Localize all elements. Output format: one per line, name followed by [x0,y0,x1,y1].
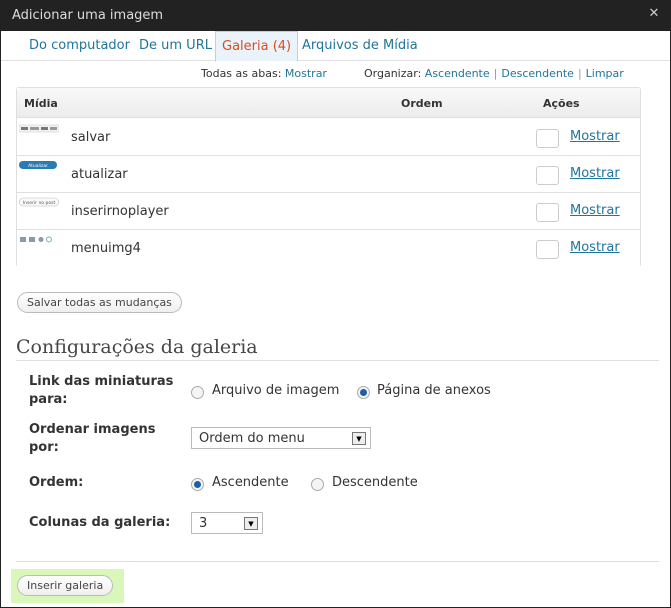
gallery-columns-label: Colunas da galeria: [29,515,171,530]
column-header-actions: Ações [543,97,580,110]
show-link[interactable]: Mostrar [570,129,620,144]
order-by-value: Ordem do menu [199,431,305,446]
all-tabs-show-link[interactable]: Mostrar [285,67,327,80]
thumbnail: Atualizar [19,159,59,169]
insert-gallery-button[interactable]: Inserir galeria [17,575,114,596]
divider [16,360,659,361]
thumbnail [19,234,59,244]
chevron-down-icon: ▼ [244,517,258,530]
media-title: atualizar [71,167,128,182]
order-input[interactable] [536,129,559,148]
media-tabs: Do computador De um URL Galeria (4) Arqu… [1,31,670,62]
media-title: inserirnoplayer [71,204,169,219]
gallery-columns-value: 3 [199,516,208,531]
label-line: Ordenar imagens [29,422,156,437]
media-title: menuimg4 [71,241,141,256]
table-row: salvar Mostrar [17,119,640,156]
order-ascending-radio[interactable] [191,478,204,491]
sort-descending-link[interactable]: Descendente [501,67,574,80]
column-header-order: Ordem [401,97,443,110]
divider [16,561,659,562]
sort-label: Organizar: [364,67,422,80]
link-image-file-label: Arquivo de imagem [212,383,340,398]
separator: | [577,67,582,80]
chevron-down-icon: ▼ [352,432,366,445]
order-by-select[interactable]: Ordem do menu ▼ [191,427,371,449]
show-link[interactable]: Mostrar [570,203,620,218]
show-link[interactable]: Mostrar [570,240,620,255]
thumbnail: Inserir no post [19,196,59,207]
sort-clear-link[interactable]: Limpar [586,67,624,80]
close-icon[interactable]: ✕ [647,7,661,21]
gallery-settings-title: Configurações da galeria [16,336,258,358]
order-input[interactable] [536,240,559,259]
media-title: salvar [71,130,111,145]
all-tabs-toggle: Todas as abas: Mostrar [201,67,327,80]
label-line: para: [29,392,68,407]
sort-links: Organizar: Ascendente | Descendente | Limpar [364,67,624,80]
all-tabs-label: Todas as abas: [201,67,282,80]
label-line: por: [29,440,59,455]
thumbnail-text: Inserir no post [23,200,56,206]
order-label: Ordem: [29,475,84,490]
media-table-header: Mídia Ordem Ações [17,88,640,118]
save-all-changes-button[interactable]: Salvar todas as mudanças [17,292,182,313]
window-title: Adicionar uma imagem [12,8,164,23]
link-attachment-page-label: Página de anexos [377,383,491,398]
order-input[interactable] [536,166,559,185]
thumbnail-image: Inserir no post [19,197,59,207]
order-input[interactable] [536,203,559,222]
sort-ascending-link[interactable]: Ascendente [425,67,490,80]
tab-from-url[interactable]: De um URL [139,38,212,53]
tab-from-computer[interactable]: Do computador [29,38,130,53]
show-link[interactable]: Mostrar [570,166,620,181]
order-descending-label: Descendente [332,475,418,490]
order-ascending-label: Ascendente [212,475,289,490]
thumbnail-link-label: Link das miniaturas para: [29,373,173,409]
window-titlebar: Adicionar uma imagem ✕ [0,0,671,31]
thumbnail-image [20,236,52,243]
add-image-dialog: Do computador De um URL Galeria (4) Arqu… [0,31,671,608]
column-header-media: Mídia [24,97,58,110]
table-row: Atualizar atualizar Mostrar [17,156,640,193]
link-image-file-radio[interactable] [191,386,204,399]
tab-media-library[interactable]: Arquivos de Mídia [302,38,418,53]
thumbnail-image [18,124,60,133]
media-table: Mídia Ordem Ações salvar Mostrar Atualiz… [16,87,641,267]
table-row: Inserir no post inserirnoplayer Mostrar [17,193,640,230]
thumbnail [18,123,60,133]
table-row: menuimg4 Mostrar [17,230,640,267]
thumbnail-text: Atualizar [28,163,48,169]
order-images-by-label: Ordenar imagens por: [29,421,155,457]
order-descending-radio[interactable] [311,478,324,491]
label-line: Link das miniaturas [29,374,174,389]
link-attachment-page-radio[interactable] [357,386,370,399]
tab-gallery[interactable]: Galeria (4) [215,31,299,62]
separator: | [493,67,498,80]
thumbnail-image: Atualizar [19,161,57,169]
gallery-columns-select[interactable]: 3 ▼ [191,512,263,534]
